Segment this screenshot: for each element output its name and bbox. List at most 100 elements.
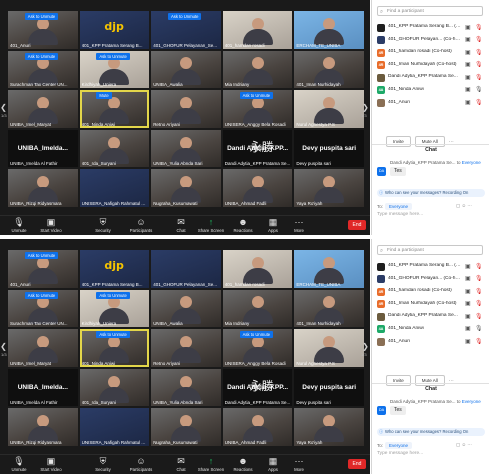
ask-to-unmute-button[interactable]: Ask to Unmute	[24, 52, 59, 60]
participant-row[interactable]: Dandi Adytia_KPP Pratama Se... ▣ 🎙	[376, 72, 486, 85]
video-tile[interactable]: Nurul Agnestya P.S	[294, 329, 364, 367]
chat-button[interactable]: ✉ Chat	[166, 456, 196, 473]
video-tile[interactable]: 401_rda_Suryani	[79, 129, 150, 168]
video-tile[interactable]: 永勝 Dandi Adytia_KPP... Dandi Adytia_KPP Pr…	[222, 129, 293, 168]
video-tile[interactable]: Nugraha_Kusumawati	[151, 408, 221, 446]
video-tile[interactable]: 401_Iman Nurhidayah	[294, 50, 364, 89]
next-page-arrow[interactable]: ❯	[362, 103, 369, 112]
video-tile[interactable]: UNIBA_Yulia Abnda Sari	[151, 129, 221, 168]
video-tile[interactable]: UNISERA_Nafigah Rahmatul Aziz...	[79, 169, 150, 207]
microphone-icon[interactable]: 🎙	[475, 325, 483, 332]
video-tile[interactable]: UNIBA_Imelda... UNIBA_Imelda Al Fathir	[8, 129, 78, 168]
microphone-muted-icon[interactable]: 🎙	[475, 338, 483, 345]
unmute-button[interactable]: 🎙 Unmute	[4, 456, 34, 473]
video-tile[interactable]: 401_Iman Nurhidayah	[294, 289, 364, 328]
recipient-select[interactable]: Everyone	[385, 442, 413, 449]
microphone-muted-icon[interactable]: 🎙	[475, 61, 483, 68]
video-tile[interactable]: UNIBA_Ahmad Fadli	[222, 169, 293, 207]
video-tile[interactable]: UNIBA_Imelda... UNIBA_Imelda Al Fathir	[8, 368, 78, 407]
share-screen-button[interactable]: ↑ Share Screen	[196, 456, 226, 473]
video-tile[interactable]: ERCHAM_TE_UNIBA	[294, 250, 364, 288]
video-tile[interactable]: Ask to Unmute Surachman Tax Center UN...	[8, 50, 78, 89]
video-tile[interactable]: Mia Indriany	[222, 289, 293, 328]
participant-search-input[interactable]: ⌕ Find a participant	[377, 245, 483, 255]
video-tile[interactable]: Ask to Unmute Kirdhiyah_Uniera	[79, 289, 150, 328]
microphone-muted-icon[interactable]: 🎙	[475, 49, 483, 56]
chat-button[interactable]: ✉ Chat	[166, 217, 196, 234]
video-tile[interactable]: djp 401_KPP Pratama Serang B...	[79, 250, 150, 288]
video-tile[interactable]: Ask to Unmute Kirdhiyah_Uniera	[79, 50, 150, 89]
share-screen-button[interactable]: ↑ Share Screen	[196, 217, 226, 234]
video-tile[interactable]: Mute 401_Ninda Aniwi	[79, 90, 150, 128]
end-meeting-button[interactable]: End	[348, 459, 366, 469]
video-tile[interactable]: 401_hamdan rosadi	[222, 250, 293, 288]
ask-to-unmute-button[interactable]: Ask to Unmute	[24, 291, 59, 299]
video-tile[interactable]: UNIBA_Rizqi Ridyasmara	[8, 408, 78, 446]
participant-row[interactable]: 4R 401_Iman Nurhidayah (Co-host) ▣ 🎙	[376, 299, 486, 312]
video-tile[interactable]: Ask to Unmute UNISERA_Anggy Bela Rosadi	[222, 329, 293, 367]
microphone-muted-icon[interactable]: 🎙	[475, 288, 483, 295]
security-button[interactable]: ⛨ Security	[88, 456, 118, 473]
video-tile[interactable]: djp 401_KPP Pratama Serang B...	[79, 11, 150, 49]
participant-row[interactable]: 4A 401_Ninda Aniwi ▣ 🎙	[376, 324, 486, 337]
participant-row[interactable]: 401_Anuri ▣ 🎙	[376, 98, 486, 111]
ask-to-unmute-button[interactable]: Ask to Unmute	[24, 13, 59, 20]
ask-to-unmute-button[interactable]: Ask to Unmute	[239, 331, 274, 339]
invite-button[interactable]: Invite	[386, 375, 411, 386]
ask-to-unmute-button[interactable]: Ask to Unmute	[96, 52, 130, 60]
ask-to-unmute-button[interactable]: Ask to Unmute	[96, 331, 130, 339]
chat-tools-icons[interactable]: ▢ ☺ ⋯	[456, 442, 472, 448]
video-tile[interactable]: UNISERA_Nafigah Rahmatul Aziz...	[79, 408, 150, 446]
more-button[interactable]: ⋯ More	[284, 456, 314, 473]
video-tile[interactable]: Ask to Unmute 401_Anuri	[8, 11, 78, 49]
video-tile[interactable]: Nugraha_Kusumawati	[151, 169, 221, 207]
prev-page-arrow[interactable]: ❮	[0, 342, 7, 351]
video-tile[interactable]: UNIBA_Rizqi Ridyasmara	[8, 169, 78, 207]
ask-to-unmute-button[interactable]: Ask to Unmute	[167, 13, 202, 20]
microphone-icon[interactable]: 🎙	[475, 86, 483, 93]
video-tile[interactable]: Devy puspita sari Devy puspita sari	[294, 129, 364, 168]
participants-button[interactable]: ☺ Participants	[126, 456, 156, 473]
more-button[interactable]: ⋯ More	[284, 217, 314, 234]
microphone-muted-icon[interactable]: 🎙	[475, 74, 483, 81]
video-tile[interactable]: Yaya Ro'iyah	[294, 408, 364, 446]
participant-row[interactable]: 401_GHOFUR Pelayan... (Co-host) ▣ 🎙	[376, 274, 486, 287]
video-tile[interactable]: UNIBA_Yulia Abnda Sari	[151, 368, 221, 407]
next-page-arrow[interactable]: ❯	[362, 342, 369, 351]
chat-message-input[interactable]: Type message here...	[377, 212, 423, 217]
ask-to-unmute-button[interactable]: Mute	[96, 92, 112, 100]
participant-row[interactable]: 401_GHOFUR Pelayan... (Co-host) ▣ 🎙	[376, 35, 486, 48]
participant-row[interactable]: 401_Anuri ▣ 🎙	[376, 337, 486, 350]
video-tile[interactable]: 401_GHOFUR Pelayanan_Se...	[151, 250, 221, 288]
unmute-button[interactable]: 🎙 Unmute	[4, 217, 34, 234]
video-tile[interactable]: Ask to Unmute Surachman Tax Center UN...	[8, 289, 78, 328]
chat-tools-icons[interactable]: ▢ ☺ ⋯	[456, 203, 472, 209]
reactions-button[interactable]: ☻ Reactions	[228, 456, 258, 473]
video-tile[interactable]: UNIBA_Imel_Maryat	[8, 329, 78, 367]
participant-row[interactable]: 401_KPP Pratama Serang B... (Host, me)▣ 🎙	[376, 261, 486, 274]
video-tile[interactable]: Ask to Unmute 401_GHOFUR Pelayanan_Se...	[151, 11, 221, 49]
start-video-button[interactable]: ▣ Start Video	[36, 217, 66, 234]
participant-row[interactable]: 4R 401_Iman Nurhidayah (Co-host) ▣ 🎙	[376, 60, 486, 73]
participants-button[interactable]: ☺ Participants	[126, 217, 156, 234]
microphone-muted-icon[interactable]: 🎙	[475, 99, 483, 106]
start-video-button[interactable]: ▣ Start Video	[36, 456, 66, 473]
video-tile[interactable]: Ask to Unmute 401_Anuri	[8, 250, 78, 288]
video-tile[interactable]: Retno Ariyani	[151, 90, 221, 128]
video-tile[interactable]: Devy puspita sari Devy puspita sari	[294, 368, 364, 407]
prev-page-arrow[interactable]: ❮	[0, 103, 7, 112]
recipient-select[interactable]: Everyone	[385, 203, 413, 210]
participant-row[interactable]: 4R 401_hamdan rosadi (Co-host) ▣ 🎙	[376, 286, 486, 299]
participant-row[interactable]: Dandi Adytia_KPP Pratama Se... ▣ 🎙	[376, 311, 486, 324]
microphone-muted-icon[interactable]: 🎙	[475, 263, 483, 270]
mute-all-button[interactable]: Mute All	[414, 136, 445, 147]
participant-row[interactable]: 401_KPP Pratama Serang B... (Host, me)▣ 🎙	[376, 22, 486, 35]
ask-to-unmute-button[interactable]: Ask to Unmute	[24, 252, 59, 259]
ask-to-unmute-button[interactable]: Ask to Unmute	[96, 291, 130, 299]
video-tile[interactable]: Ask to Unmute 401_Ninda Aniwi	[79, 329, 150, 367]
reactions-button[interactable]: ☻ Reactions	[228, 217, 258, 234]
ask-to-unmute-button[interactable]: Ask to Unmute	[239, 92, 274, 100]
microphone-muted-icon[interactable]: 🎙	[475, 275, 483, 282]
video-tile[interactable]: UNIBA_Imel_Maryat	[8, 90, 78, 128]
mute-all-button[interactable]: Mute All	[414, 375, 445, 386]
